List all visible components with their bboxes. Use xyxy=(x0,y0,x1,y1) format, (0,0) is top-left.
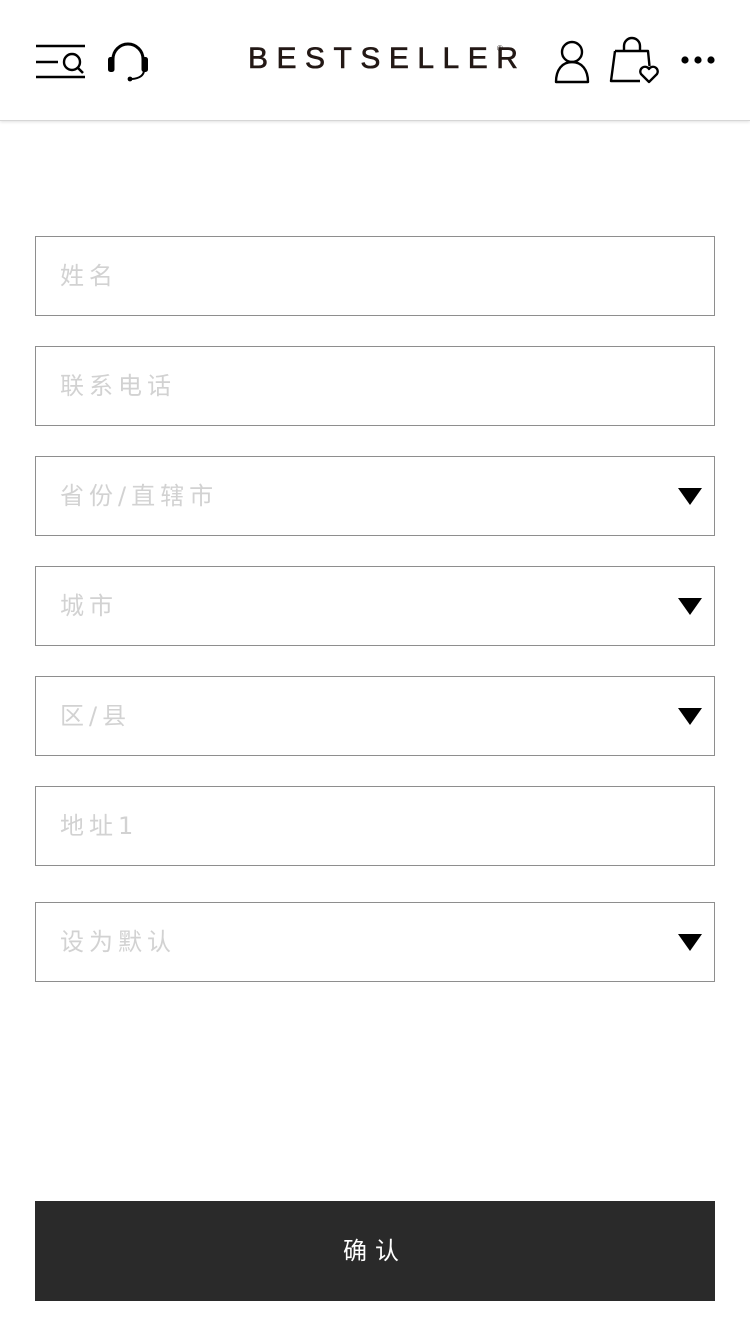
dropdown-arrow-icon xyxy=(678,598,702,615)
city-placeholder: 城市 xyxy=(60,592,118,620)
dropdown-arrow-icon xyxy=(678,708,702,725)
top-header: BESTSELLER ® xyxy=(0,0,750,121)
menu-search-icon[interactable] xyxy=(35,44,87,80)
phone-placeholder: 联系电话 xyxy=(60,372,176,400)
dropdown-arrow-icon xyxy=(678,488,702,505)
city-select[interactable]: 城市 xyxy=(35,566,715,646)
province-select[interactable]: 省份/直辖市 xyxy=(35,456,715,536)
registered-mark: ® xyxy=(497,44,503,53)
name-field[interactable]: 姓名 xyxy=(35,236,715,316)
district-select[interactable]: 区/县 xyxy=(35,676,715,756)
phone-field[interactable]: 联系电话 xyxy=(35,346,715,426)
set-default-placeholder: 设为默认 xyxy=(60,928,176,956)
set-default-select[interactable]: 设为默认 xyxy=(35,902,715,982)
shopping-bag-heart-icon[interactable] xyxy=(608,36,662,84)
district-placeholder: 区/县 xyxy=(60,702,132,730)
brand-logo[interactable]: BESTSELLER xyxy=(248,40,526,80)
user-icon[interactable] xyxy=(554,40,590,84)
confirm-button[interactable]: 确认 xyxy=(35,1201,715,1301)
dropdown-arrow-icon xyxy=(678,934,702,951)
name-placeholder: 姓名 xyxy=(60,262,118,290)
more-icon[interactable] xyxy=(680,54,716,66)
address1-placeholder: 地址1 xyxy=(60,812,139,840)
province-placeholder: 省份/直辖市 xyxy=(60,482,219,510)
address1-field[interactable]: 地址1 xyxy=(35,786,715,866)
customer-service-headset-icon[interactable] xyxy=(107,41,149,83)
